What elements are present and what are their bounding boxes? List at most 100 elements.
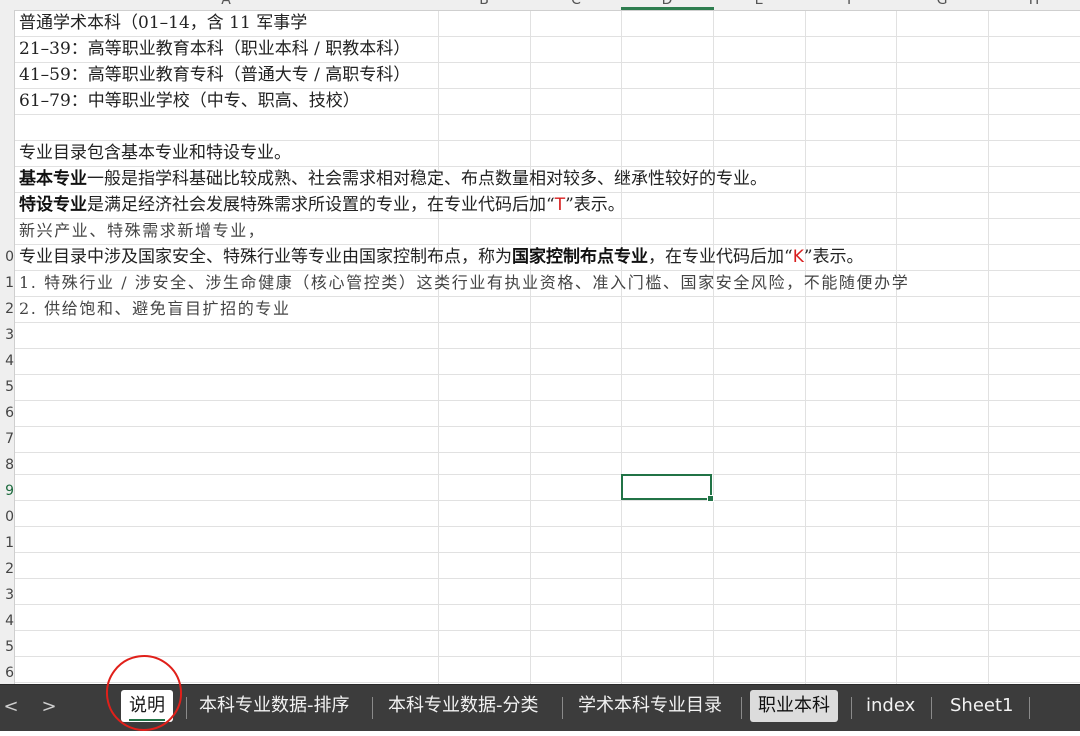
gridline (0, 426, 1080, 427)
cell-text: 一般是指学科基础比较成熟、社会需求相对稳定、布点数量相对较多、继承性较好的专业。 (87, 169, 767, 189)
column-header-e[interactable]: E (713, 0, 805, 8)
row-header[interactable]: 5 (0, 634, 14, 660)
next-sheet-button[interactable]: > (38, 694, 60, 720)
gridline (0, 452, 1080, 453)
row-header[interactable]: 4 (0, 608, 14, 634)
selected-column-indicator (621, 7, 714, 10)
tab-divider (186, 697, 187, 719)
cell-a4[interactable]: 61–79：中等职业学校（中专、职高、技校） (19, 88, 360, 114)
gridline (0, 552, 1080, 553)
row-header[interactable]: 4 (0, 348, 14, 374)
tab-divider (741, 697, 742, 719)
column-header-a[interactable]: A (180, 0, 272, 8)
tab-benke-category[interactable]: 本科专业数据-分类 (380, 690, 547, 722)
code-suffix: K (792, 247, 804, 267)
gridline (0, 630, 1080, 631)
tab-benke-sort[interactable]: 本科专业数据-排序 (191, 690, 358, 722)
gridline (0, 114, 1080, 115)
row-header[interactable]: 1 (0, 530, 14, 556)
gridline (0, 656, 1080, 657)
row-header[interactable] (0, 218, 14, 244)
cell-text: ，在专业代码后加“ (648, 247, 793, 267)
gridline (0, 374, 1080, 375)
tab-divider (931, 697, 932, 719)
row-header[interactable]: 3 (0, 322, 14, 348)
gridline (530, 0, 531, 684)
gridline (805, 0, 806, 684)
cell-a1[interactable]: 普通学术本科（01–14，含 11 军事学 (19, 10, 307, 36)
column-header-g[interactable]: G (896, 0, 988, 8)
row-header[interactable]: 6 (0, 660, 14, 684)
cell-text: 是满足经济社会发展特殊需求所设置的专业，在专业代码后加“ (87, 195, 555, 215)
row-header[interactable]: 8 (0, 452, 14, 478)
prev-sheet-button[interactable]: < (0, 694, 22, 720)
cell-a10[interactable]: 专业目录中涉及国家安全、特殊行业等专业由国家控制布点，称为国家控制布点专业，在专… (19, 244, 864, 270)
gridline (621, 0, 622, 684)
column-header-f[interactable]: F (805, 0, 897, 8)
row-header[interactable] (0, 114, 14, 140)
gridline (0, 578, 1080, 579)
cell-a8[interactable]: 特设专业是满足经济社会发展特殊需求所设置的专业，在专业代码后加“T”表示。 (19, 192, 625, 218)
row-header[interactable]: 0 (0, 244, 14, 270)
row-header[interactable]: 3 (0, 582, 14, 608)
tab-divider (1029, 697, 1030, 719)
bold-term: 特设专业 (19, 195, 87, 215)
cell-text: 专业目录中涉及国家安全、特殊行业等专业由国家控制布点，称为 (19, 247, 512, 267)
gridline (713, 0, 714, 684)
bold-term: 国家控制布点专业 (512, 247, 648, 267)
cell-text: ”表示。 (803, 247, 864, 267)
row-header[interactable]: 5 (0, 374, 14, 400)
cell-a3[interactable]: 41–59：高等职业教育专科（普通大专 / 高职专科） (19, 62, 410, 88)
tab-vocational[interactable]: 职业本科 (750, 690, 838, 722)
gridline (896, 0, 897, 684)
column-header-b[interactable]: B (438, 0, 530, 8)
cell-a7[interactable]: 基本专业一般是指学科基础比较成熟、社会需求相对稳定、布点数量相对较多、继承性较好… (19, 166, 767, 192)
tab-divider (562, 697, 563, 719)
tab-sheet1[interactable]: Sheet1 (942, 690, 1022, 722)
row-header[interactable]: 0 (0, 504, 14, 530)
tab-divider (851, 697, 852, 719)
gridline (0, 682, 1080, 683)
tab-shuoming[interactable]: 说明 (121, 690, 173, 722)
row-header[interactable]: 2 (0, 296, 14, 322)
gridline (438, 0, 439, 684)
tab-academic-catalog[interactable]: 学术本科专业目录 (570, 690, 730, 722)
sheet-tab-bar: < > 说明 本科专业数据-排序 本科专业数据-分类 学术本科专业目录 职业本科… (0, 684, 1080, 731)
bold-term: 基本专业 (19, 169, 87, 189)
gridline (0, 400, 1080, 401)
cell-text: ”表示。 (565, 195, 625, 215)
row-header[interactable]: 7 (0, 426, 14, 452)
spreadsheet-grid[interactable]: A B C D E F G H 0 1 2 3 4 5 6 7 8 9 0 1 … (0, 0, 1080, 684)
cell-a6[interactable]: 专业目录包含基本专业和特设专业。 (19, 140, 291, 166)
row-header-bar: 0 1 2 3 4 5 6 7 8 9 0 1 2 3 4 5 6 (0, 10, 15, 684)
gridline (0, 474, 1080, 475)
gridline (988, 0, 989, 684)
row-header[interactable] (0, 166, 14, 192)
cell-a12[interactable]: 2. 供给饱和、避免盲目扩招的专业 (19, 296, 291, 322)
row-header[interactable] (0, 10, 14, 36)
gridline (0, 526, 1080, 527)
cell-a9[interactable]: 新兴产业、特殊需求新增专业， (19, 218, 265, 244)
row-header[interactable] (0, 88, 14, 114)
column-header-h[interactable]: H (988, 0, 1080, 8)
row-header[interactable] (0, 192, 14, 218)
column-header-c[interactable]: C (530, 0, 622, 8)
row-header[interactable] (0, 36, 14, 62)
row-header-selected[interactable]: 9 (0, 478, 14, 504)
row-header[interactable]: 6 (0, 400, 14, 426)
cell-a2[interactable]: 21–39：高等职业教育本科（职业本科 / 职教本科） (19, 36, 410, 62)
selected-cell[interactable] (621, 474, 714, 502)
row-header[interactable] (0, 140, 14, 166)
row-header[interactable]: 1 (0, 270, 14, 296)
tab-index[interactable]: index (858, 690, 923, 722)
row-header[interactable]: 2 (0, 556, 14, 582)
tab-label: 说明 (129, 695, 165, 721)
cell-a11[interactable]: 1. 特殊行业 / 涉安全、涉生命健康（核心管控类）这类行业有执业资格、准入门槛… (19, 270, 909, 296)
gridline (0, 348, 1080, 349)
gridline (0, 322, 1080, 323)
tab-divider (372, 697, 373, 719)
code-suffix: T (554, 195, 566, 215)
gridline (0, 500, 1080, 501)
gridline (0, 604, 1080, 605)
row-header[interactable] (0, 62, 14, 88)
